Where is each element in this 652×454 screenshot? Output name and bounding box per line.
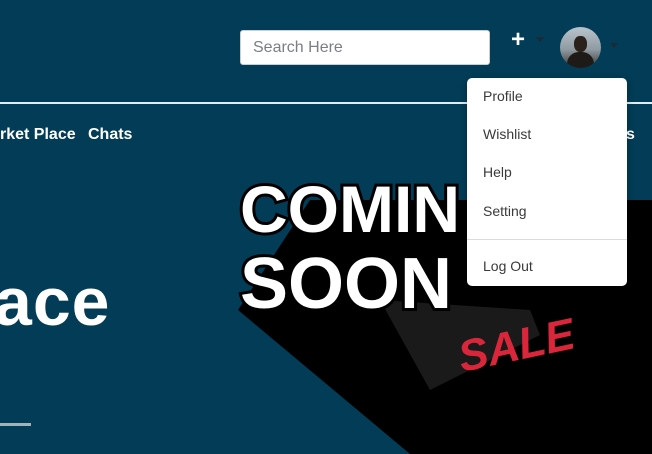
carousel-indicator[interactable] — [0, 423, 31, 426]
hero-title: ace — [0, 264, 111, 340]
promo-line-1: COMIN — [240, 172, 460, 246]
user-dropdown-menu: Profile Wishlist Help Setting Log Out — [467, 78, 627, 286]
avatar-body — [567, 52, 594, 68]
avatar — [560, 27, 601, 68]
menu-item-profile[interactable]: Profile — [467, 79, 627, 113]
user-menu-button[interactable] — [560, 27, 622, 69]
menu-item-help[interactable]: Help — [467, 155, 627, 189]
chevron-down-icon — [610, 43, 618, 48]
menu-item-setting[interactable]: Setting — [467, 194, 627, 228]
plus-icon: + — [511, 26, 526, 53]
nav-item-market-place[interactable]: rket Place — [0, 126, 76, 144]
search-input[interactable] — [240, 30, 490, 65]
menu-item-logout[interactable]: Log Out — [467, 249, 627, 283]
menu-item-wishlist[interactable]: Wishlist — [467, 117, 627, 151]
nav-item-right[interactable]: s — [626, 126, 635, 144]
chevron-down-icon — [536, 37, 544, 42]
nav-item-chats[interactable]: Chats — [88, 126, 132, 144]
add-menu-button[interactable]: + — [511, 28, 545, 54]
avatar-head — [574, 36, 587, 52]
promo-line-2: SOON — [240, 244, 452, 324]
menu-divider — [467, 239, 627, 240]
